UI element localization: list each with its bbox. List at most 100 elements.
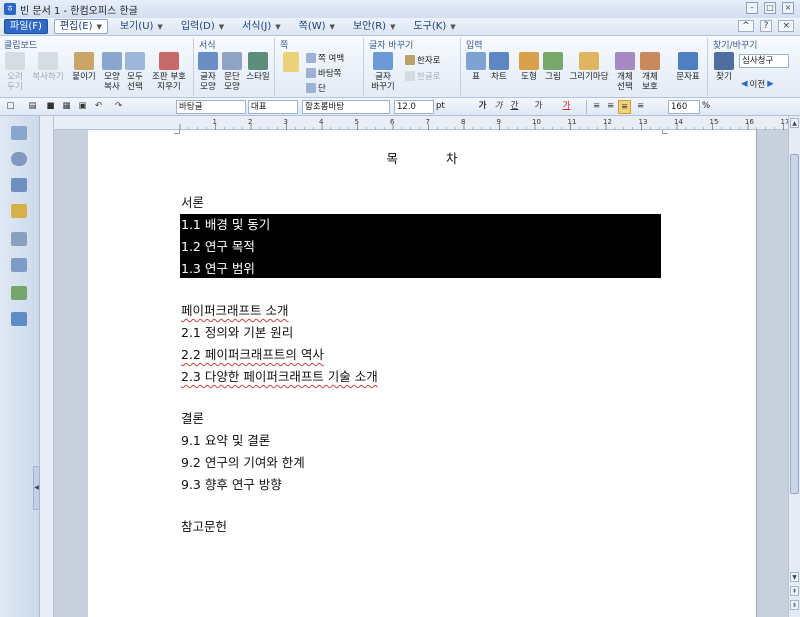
document-page[interactable]: 목 차 서론 1.1 배경 및 동기 1.2 연구 목적 1.3 연구 범위 페이퍼크래… <box>88 130 756 617</box>
page-margin-button[interactable]: 쪽 여백 <box>306 52 344 64</box>
bold-button[interactable]: 가 <box>476 100 489 114</box>
maximize-button[interactable]: □ <box>764 2 776 14</box>
underline-button[interactable]: 간 <box>508 100 521 114</box>
toc-line[interactable]: 결론 <box>181 408 204 427</box>
toc-line[interactable]: 서론 <box>181 192 204 211</box>
char-replace-label: 글자 바꾸기 <box>371 72 395 92</box>
align-left-icon[interactable]: ≡ <box>604 100 617 114</box>
align-right-icon[interactable]: ≡ <box>634 100 647 114</box>
side-panel-collapse-handle[interactable]: ◀ <box>33 466 40 510</box>
copy-button[interactable]: 복사하기 <box>30 52 66 82</box>
columns-button[interactable]: 단 <box>306 82 326 94</box>
page-setup-button[interactable] <box>280 52 302 74</box>
object-select-button[interactable]: 개체 선택 <box>614 52 636 92</box>
document-canvas[interactable]: 목 차 서론 1.1 배경 및 동기 1.2 연구 목적 1.3 연구 범위 페이퍼크래… <box>54 130 788 617</box>
menu-view[interactable]: 보기(U) ▼ <box>114 19 169 34</box>
toc-line[interactable]: 2.1 정의와 기본 원리 <box>181 322 293 341</box>
find-input[interactable]: 심사청구 <box>739 54 789 68</box>
language-select[interactable]: 대표 <box>248 100 298 114</box>
hanja-button[interactable]: 한자로 <box>405 54 440 66</box>
print-preview-icon[interactable]: ▣ <box>76 100 89 114</box>
list-icon[interactable] <box>11 178 27 192</box>
form-icon[interactable] <box>11 258 27 272</box>
align-justify-icon[interactable]: ≡ <box>590 100 603 114</box>
menu-edit[interactable]: 편집(E) ▼ <box>53 19 108 34</box>
menu-tools[interactable]: 도구(K) ▼ <box>407 19 461 34</box>
draw-button[interactable]: 그리기마당 <box>566 52 612 82</box>
find-prev-button[interactable]: ◀ 이전 ▶ <box>741 78 774 90</box>
chart-button[interactable]: 차트 <box>488 52 510 82</box>
menu-security[interactable]: 보안(R) ▼ <box>347 19 402 34</box>
format-erase-button[interactable]: 조판 부호 지우기 <box>148 52 190 92</box>
zoom-input[interactable]: 160 <box>668 100 700 114</box>
shape-copy-label: 모양 복사 <box>104 72 120 92</box>
close-button[interactable]: × <box>782 2 794 14</box>
toc-line[interactable]: 1.2 연구 목적 <box>181 236 255 255</box>
undo-icon[interactable]: ↶ <box>92 100 105 114</box>
toc-line[interactable]: 1.1 배경 및 동기 <box>181 214 270 233</box>
document-icon[interactable] <box>11 232 27 246</box>
strike-button[interactable]: 가 <box>532 100 545 114</box>
save-icon[interactable]: ■ <box>44 100 57 114</box>
menu-security-label: 보안(R) <box>352 21 387 32</box>
page-up-icon[interactable]: ⇞ <box>790 586 799 596</box>
font-color-button[interactable]: 가 <box>560 100 573 114</box>
toc-line[interactable]: 2.2 페이퍼크래프트의 역사 <box>181 344 324 363</box>
menu-input[interactable]: 입력(D) ▼ <box>175 19 230 34</box>
menu-file[interactable]: 파일(F) <box>4 19 48 34</box>
toc-line[interactable]: 9.1 요약 및 결론 <box>181 430 270 449</box>
background-page-button[interactable]: 바탕쪽 <box>306 67 341 79</box>
font-size-input[interactable]: 12.0 <box>394 100 434 114</box>
table-button[interactable]: 표 <box>466 52 486 82</box>
arrow-right-icon: ▶ <box>767 79 774 89</box>
book-icon[interactable] <box>11 126 27 140</box>
menu-page[interactable]: 쪽(W) ▼ <box>293 19 341 34</box>
lightning-icon[interactable] <box>11 204 27 218</box>
cut-button[interactable]: 오려 두기 <box>4 52 26 92</box>
shape-label: 도형 <box>521 72 537 82</box>
redo-icon[interactable]: ↷ <box>112 100 125 114</box>
italic-button[interactable]: 가 <box>492 100 505 114</box>
find-button[interactable]: 찾기 <box>713 52 735 82</box>
minimize-button[interactable]: – <box>746 2 758 14</box>
doc-close-button[interactable]: × <box>778 20 794 32</box>
hangul-button[interactable]: 한글로 <box>405 70 440 82</box>
style-button[interactable]: 스타일 <box>245 52 271 82</box>
toc-line[interactable]: 참고문헌 <box>181 516 227 535</box>
menu-format[interactable]: 서식(J) ▼ <box>236 19 287 34</box>
select-all-button[interactable]: 모두 선택 <box>124 52 146 92</box>
shape-button[interactable]: 도형 <box>518 52 540 82</box>
style-select[interactable]: 바탕글 <box>176 100 246 114</box>
scroll-up-icon[interactable]: ▲ <box>790 118 799 128</box>
toc-line[interactable]: 페이퍼크래프트 소개 <box>181 300 288 319</box>
char-replace-button[interactable]: 글자 바꾸기 <box>369 52 397 92</box>
help-button[interactable]: ? <box>759 20 773 32</box>
scroll-down-icon[interactable]: ▼ <box>790 572 799 582</box>
scroll-thumb[interactable] <box>790 154 799 494</box>
print-icon[interactable]: ▦ <box>60 100 73 114</box>
picture-icon[interactable] <box>11 286 27 300</box>
toc-line[interactable]: 9.3 향후 연구 방향 <box>181 474 282 493</box>
font-select[interactable]: 함초롬바탕 <box>302 100 390 114</box>
ribbon-collapse-button[interactable]: ^ <box>738 20 754 32</box>
help-icon[interactable] <box>11 152 27 166</box>
para-shape-button[interactable]: 문단 모양 <box>221 52 243 92</box>
toc-line[interactable]: 1.3 연구 범위 <box>181 258 255 277</box>
toc-line[interactable]: 9.2 연구의 기여와 한계 <box>181 452 305 471</box>
shape-copy-button[interactable]: 모양 복사 <box>101 52 123 92</box>
picture-button[interactable]: 그림 <box>542 52 564 82</box>
new-doc-icon[interactable]: □ <box>4 100 17 114</box>
symbol-button[interactable]: 문자표 <box>674 52 702 82</box>
font-icon[interactable] <box>11 312 27 326</box>
object-protect-button[interactable]: 개체 보호 <box>638 52 662 92</box>
paste-button[interactable]: 붙이기 <box>70 52 98 82</box>
side-panel: ◀ <box>0 116 40 617</box>
open-folder-icon[interactable]: ▤ <box>26 100 39 114</box>
page-down-icon[interactable]: ⇟ <box>790 600 799 610</box>
char-shape-button[interactable]: 글자 모양 <box>197 52 219 92</box>
vertical-scrollbar[interactable]: ▲ ▼ ⇞ ⇟ <box>788 116 800 617</box>
toc-line[interactable]: 2.3 다양한 페이퍼크래프트 기술 소개 <box>181 366 378 385</box>
align-center-icon[interactable]: ≡ <box>618 100 631 114</box>
picture-icon <box>543 52 563 70</box>
group-format: 서식 글자 모양 문단 모양 스타일 <box>195 38 275 96</box>
